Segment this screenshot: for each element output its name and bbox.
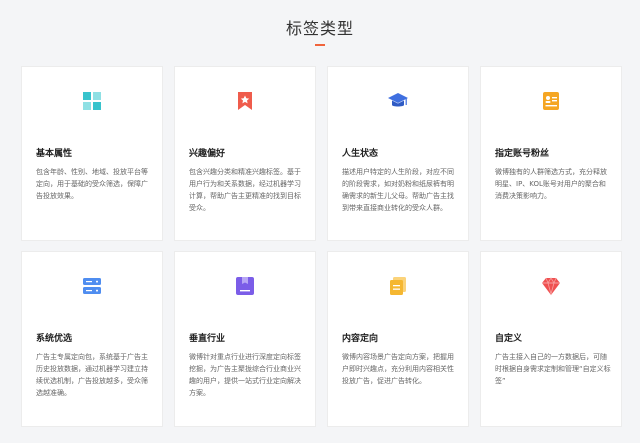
tag-card-basic-attributes[interactable]: 基本属性 包含年龄、性别、地域、投放平台等定向，用于基础的受众筛选，保障广告投放… — [21, 66, 163, 241]
card-description: 微博针对重点行业进行深度定向标签挖掘，为广告主聚拢综合行业商业兴趣的用户，提供一… — [189, 353, 301, 397]
card-title: 兴趣偏好 — [189, 149, 226, 159]
card-title: 内容定向 — [342, 334, 379, 344]
card-title: 指定账号粉丝 — [495, 149, 550, 159]
contact-card-icon — [541, 91, 561, 111]
page-title: 标签类型 — [285, 19, 354, 38]
card-description: 描述用户特定的人生阶段，对应不同的阶段需求，如对奶粉和纸尿裤有明确需求的新生儿父… — [342, 168, 454, 212]
graduation-cap-icon — [388, 91, 408, 111]
folder-box-icon — [235, 276, 255, 296]
bookmark-star-icon — [235, 91, 255, 111]
tag-card-content-targeting[interactable]: 内容定向 微博内容场景广告定向方案，把握用户即时兴趣点，充分利用内容相关性投放广… — [327, 251, 469, 427]
card-description: 微博独有的人群筛选方式，充分释放明星、IP、KOL账号对用户的聚合和消费决策影响… — [495, 168, 607, 200]
gem-icon — [541, 276, 561, 296]
tag-card-system-optimized[interactable]: 系统优选 广告主专属定向包，系统基于广告主历史投放数据，通过机器学习建立持续优选… — [21, 251, 163, 427]
card-title: 系统优选 — [36, 334, 73, 344]
grid-blocks-icon — [82, 91, 102, 111]
card-description: 广告主专属定向包，系统基于广告主历史投放数据，通过机器学习建立持续优选机制，广告… — [36, 353, 148, 397]
server-icon — [82, 276, 102, 296]
card-description: 广告主接入自己的一方数据后，可随时根据自身需求定制和管理“自定义标签” — [495, 353, 611, 385]
tag-card-life-status[interactable]: 人生状态 描述用户特定的人生阶段，对应不同的阶段需求，如对奶粉和纸尿裤有明确需求… — [327, 66, 469, 241]
tag-card-custom[interactable]: 自定义 广告主接入自己的一方数据后，可随时根据自身需求定制和管理“自定义标签” — [480, 251, 622, 427]
card-title: 垂直行业 — [189, 334, 226, 344]
card-title: 自定义 — [495, 334, 523, 344]
card-description: 包含年龄、性别、地域、投放平台等定向，用于基础的受众筛选，保障广告投放效果。 — [36, 168, 148, 200]
tag-card-account-fans[interactable]: 指定账号粉丝 微博独有的人群筛选方式，充分释放明星、IP、KOL账号对用户的聚合… — [480, 66, 622, 241]
card-title: 基本属性 — [36, 149, 73, 159]
document-stack-icon — [388, 276, 408, 296]
title-underline — [315, 44, 325, 46]
card-title: 人生状态 — [342, 149, 379, 159]
card-description: 包含兴趣分类和精准兴趣标签。基于用户行为和关系数据，经过机器学习计算，帮助广告主… — [189, 168, 301, 212]
tag-card-interest-preference[interactable]: 兴趣偏好 包含兴趣分类和精准兴趣标签。基于用户行为和关系数据，经过机器学习计算，… — [174, 66, 316, 241]
tag-card-vertical-industry[interactable]: 垂直行业 微博针对重点行业进行深度定向标签挖掘，为广告主聚拢综合行业商业兴趣的用… — [174, 251, 316, 427]
card-description: 微博内容场景广告定向方案，把握用户即时兴趣点，充分利用内容相关性投放广告，促进广… — [342, 353, 454, 385]
